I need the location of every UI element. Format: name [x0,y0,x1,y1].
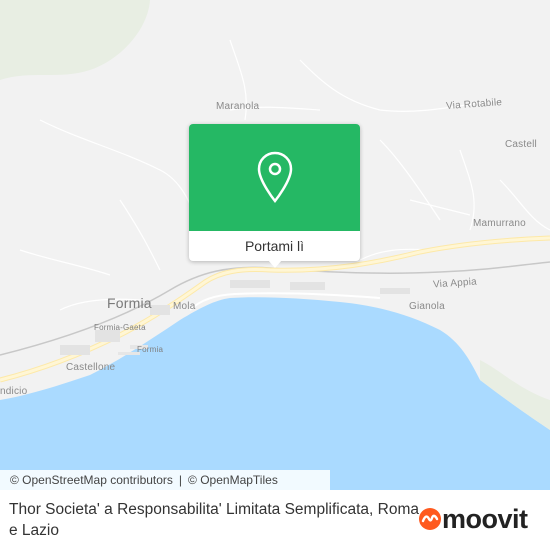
place-label-castellonorato: Castell [505,139,537,150]
place-label-mola: Mola [173,301,196,312]
map-canvas[interactable]: Maranola Via Rotabile Castell Mamurrano … [0,0,550,490]
map-widget: Maranola Via Rotabile Castell Mamurrano … [0,0,550,550]
place-label-ndicio: ndicio [0,386,28,397]
place-title: Thor Societa' a Responsabilita' Limitata… [9,501,419,539]
place-label-mamurrano: Mamurrano [473,218,526,229]
map-attribution: © OpenStreetMap contributors | © OpenMap… [0,470,330,490]
moovit-logo-icon [419,508,441,530]
location-pin-icon [257,151,292,203]
osm-attribution-link[interactable]: © OpenStreetMap contributors [10,473,173,487]
sea-area [0,297,550,490]
port-label-formia: Formia [137,345,164,354]
station-label-formia-gaeta: Formia-Gaeta [94,323,146,332]
moovit-brand[interactable]: moovit [418,504,528,534]
popup-header [189,124,360,231]
location-popup: Portami lì [189,124,360,268]
attribution-separator: | [178,473,183,487]
moovit-wordmark: moovit [442,503,528,534]
place-label-maranola: Maranola [216,101,260,112]
place-label-gianola: Gianola [409,301,445,312]
place-label-castellone: Castellone [66,362,116,373]
place-label-formia: Formia [107,295,152,311]
omt-attribution-link[interactable]: © OpenMapTiles [188,473,278,487]
popup-tail [268,260,282,268]
take-me-there-button[interactable]: Portami lì [189,231,360,261]
